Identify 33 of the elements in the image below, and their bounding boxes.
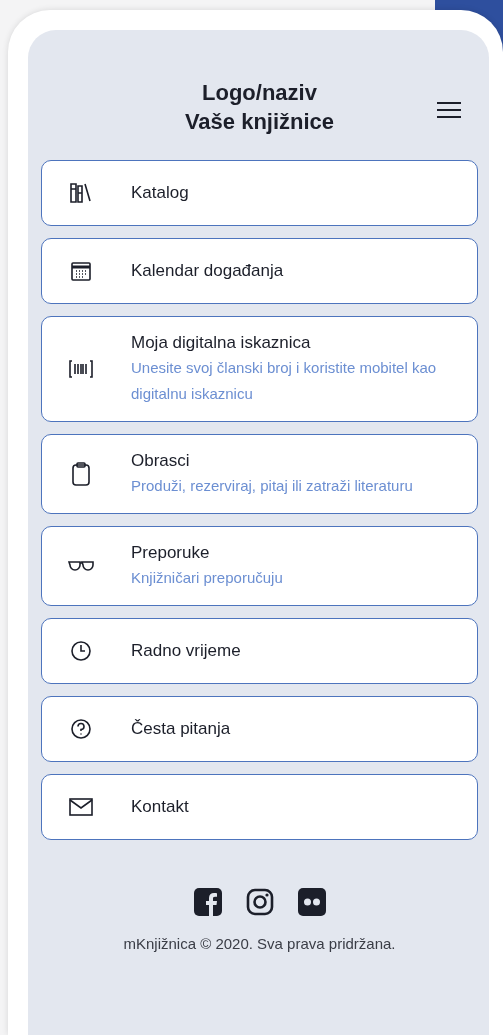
menu-item[interactable]: Preporuke Knjižničari preporučuju bbox=[41, 526, 478, 606]
menu-item-title: Kontakt bbox=[131, 796, 189, 818]
menu-item-title: Moja digitalna iskaznica bbox=[131, 332, 312, 354]
menu-item-description: Unesite svoj članski broj i koristite mobitel kao digitalnu iskaznicu bbox=[131, 358, 438, 404]
menu-item[interactable]: Moja digitalna iskaznica Unesite svoj članski broj i koristite mobitel kao digitalnu iskaznicu bbox=[41, 316, 478, 422]
menu-item-title: Kalendar događanja bbox=[131, 260, 284, 282]
menu-item[interactable]: Kalendar događanja bbox=[41, 238, 478, 304]
help-icon bbox=[70, 718, 92, 740]
menu-item[interactable]: Katalog bbox=[41, 160, 478, 226]
instagram-icon[interactable] bbox=[245, 888, 274, 916]
books-icon bbox=[69, 182, 93, 204]
clock-icon bbox=[70, 640, 92, 662]
facebook-icon[interactable] bbox=[193, 888, 222, 916]
menu-item-description: Produži, rezerviraj, pitaj ili zatraži literaturu bbox=[131, 476, 413, 496]
barcode-icon bbox=[68, 359, 94, 379]
menu-item[interactable]: Česta pitanja bbox=[41, 696, 478, 762]
menu-item-title: Katalog bbox=[131, 182, 189, 204]
menu-item-title: Obrasci bbox=[131, 450, 191, 472]
flickr-icon[interactable] bbox=[297, 888, 326, 916]
menu-item[interactable]: Radno vrijeme bbox=[41, 618, 478, 684]
library-name: Vaše knjižnice bbox=[184, 108, 335, 136]
menu-item[interactable]: Kontakt bbox=[41, 774, 478, 840]
copyright-text: mKnjižnica © 2020. Sva prava pridržana. bbox=[123, 935, 396, 952]
menu-item[interactable]: Obrasci Produži, rezerviraj, pitaj ili zatraži literaturu bbox=[41, 434, 478, 514]
library-name: Logo/naziv bbox=[202, 79, 317, 107]
envelope-icon bbox=[68, 797, 94, 817]
menu-item-title: Preporuke bbox=[131, 542, 211, 564]
menu-item-description: Knjižničari preporučuju bbox=[131, 568, 283, 588]
menu-item-title: Česta pitanja bbox=[131, 718, 231, 740]
glasses-icon bbox=[68, 560, 94, 572]
clipboard-icon bbox=[71, 461, 91, 487]
menu-item-title: Radno vrijeme bbox=[131, 640, 241, 662]
calendar-icon bbox=[70, 260, 92, 282]
